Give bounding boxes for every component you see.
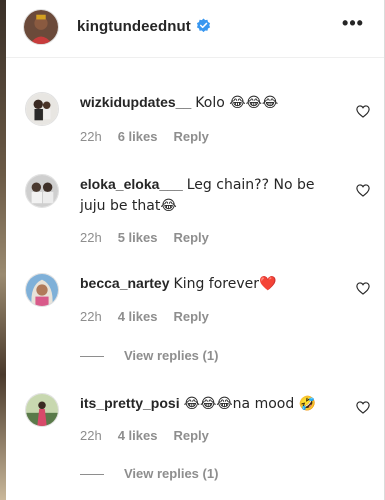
comment-time[interactable]: 22h xyxy=(80,428,102,443)
comment-body: King forever❤️ xyxy=(173,276,277,292)
comment-text: eloka_eloka___ Leg chain?? No be juju be … xyxy=(80,174,342,216)
comment-text: becca_nartey King forever❤️ xyxy=(80,273,342,294)
divider-line xyxy=(80,474,104,476)
divider-line xyxy=(80,356,104,358)
commenter-username[interactable]: its_pretty_posi xyxy=(80,395,180,411)
post-author-avatar[interactable] xyxy=(23,9,59,45)
comments-panel: kingtundeednut ••• wizkidupdates__ Kolo 😂… xyxy=(6,0,385,500)
comment-text: wizkidupdates__ Kolo 😂😂😂 xyxy=(80,92,342,113)
comment-likes[interactable]: 5 likes xyxy=(118,230,158,245)
verified-badge-icon xyxy=(196,18,210,33)
view-replies-button[interactable]: View replies (1) xyxy=(80,466,218,481)
commenter-avatar[interactable] xyxy=(25,393,59,427)
comment-meta: 22h 5 likes Reply xyxy=(80,230,225,245)
comment-likes[interactable]: 4 likes xyxy=(118,309,158,324)
view-replies-label[interactable]: View replies (1) xyxy=(124,348,218,363)
commenter-username[interactable]: wizkidupdates__ xyxy=(80,94,191,110)
comment-text: its_pretty_posi 😂😂😂na mood 🤣 xyxy=(80,393,342,414)
like-heart-icon[interactable] xyxy=(356,282,370,295)
comment-likes[interactable]: 6 likes xyxy=(118,129,158,144)
commenter-username[interactable]: eloka_eloka___ xyxy=(80,176,183,192)
more-options-icon[interactable]: ••• xyxy=(342,14,364,33)
like-heart-icon[interactable] xyxy=(356,401,370,414)
commenter-avatar[interactable] xyxy=(25,273,59,307)
view-replies-button[interactable]: View replies (1) xyxy=(80,348,218,363)
comment-likes[interactable]: 4 likes xyxy=(118,428,158,443)
post-header: kingtundeednut ••• xyxy=(6,0,384,58)
comment-meta: 22h 4 likes Reply xyxy=(80,309,225,324)
comment-meta: 22h 6 likes Reply xyxy=(80,129,225,144)
comment-time[interactable]: 22h xyxy=(80,230,102,245)
view-replies-label[interactable]: View replies (1) xyxy=(124,466,218,481)
reply-button[interactable]: Reply xyxy=(173,230,208,245)
comment-time[interactable]: 22h xyxy=(80,309,102,324)
post-author-username-text[interactable]: kingtundeednut xyxy=(77,18,191,35)
comment-body: Kolo 😂😂😂 xyxy=(195,95,279,111)
commenter-avatar[interactable] xyxy=(25,92,59,126)
reply-button[interactable]: Reply xyxy=(173,428,208,443)
reply-button[interactable]: Reply xyxy=(173,309,208,324)
like-heart-icon[interactable] xyxy=(356,184,370,197)
commenter-username[interactable]: becca_nartey xyxy=(80,275,170,291)
like-heart-icon[interactable] xyxy=(356,105,370,118)
comment-time[interactable]: 22h xyxy=(80,129,102,144)
commenter-avatar[interactable] xyxy=(25,174,59,208)
comment-meta: 22h 4 likes Reply xyxy=(80,428,225,443)
comment-body: 😂😂😂na mood 🤣 xyxy=(183,396,317,412)
reply-button[interactable]: Reply xyxy=(173,129,208,144)
post-author-username[interactable]: kingtundeednut xyxy=(77,18,211,35)
